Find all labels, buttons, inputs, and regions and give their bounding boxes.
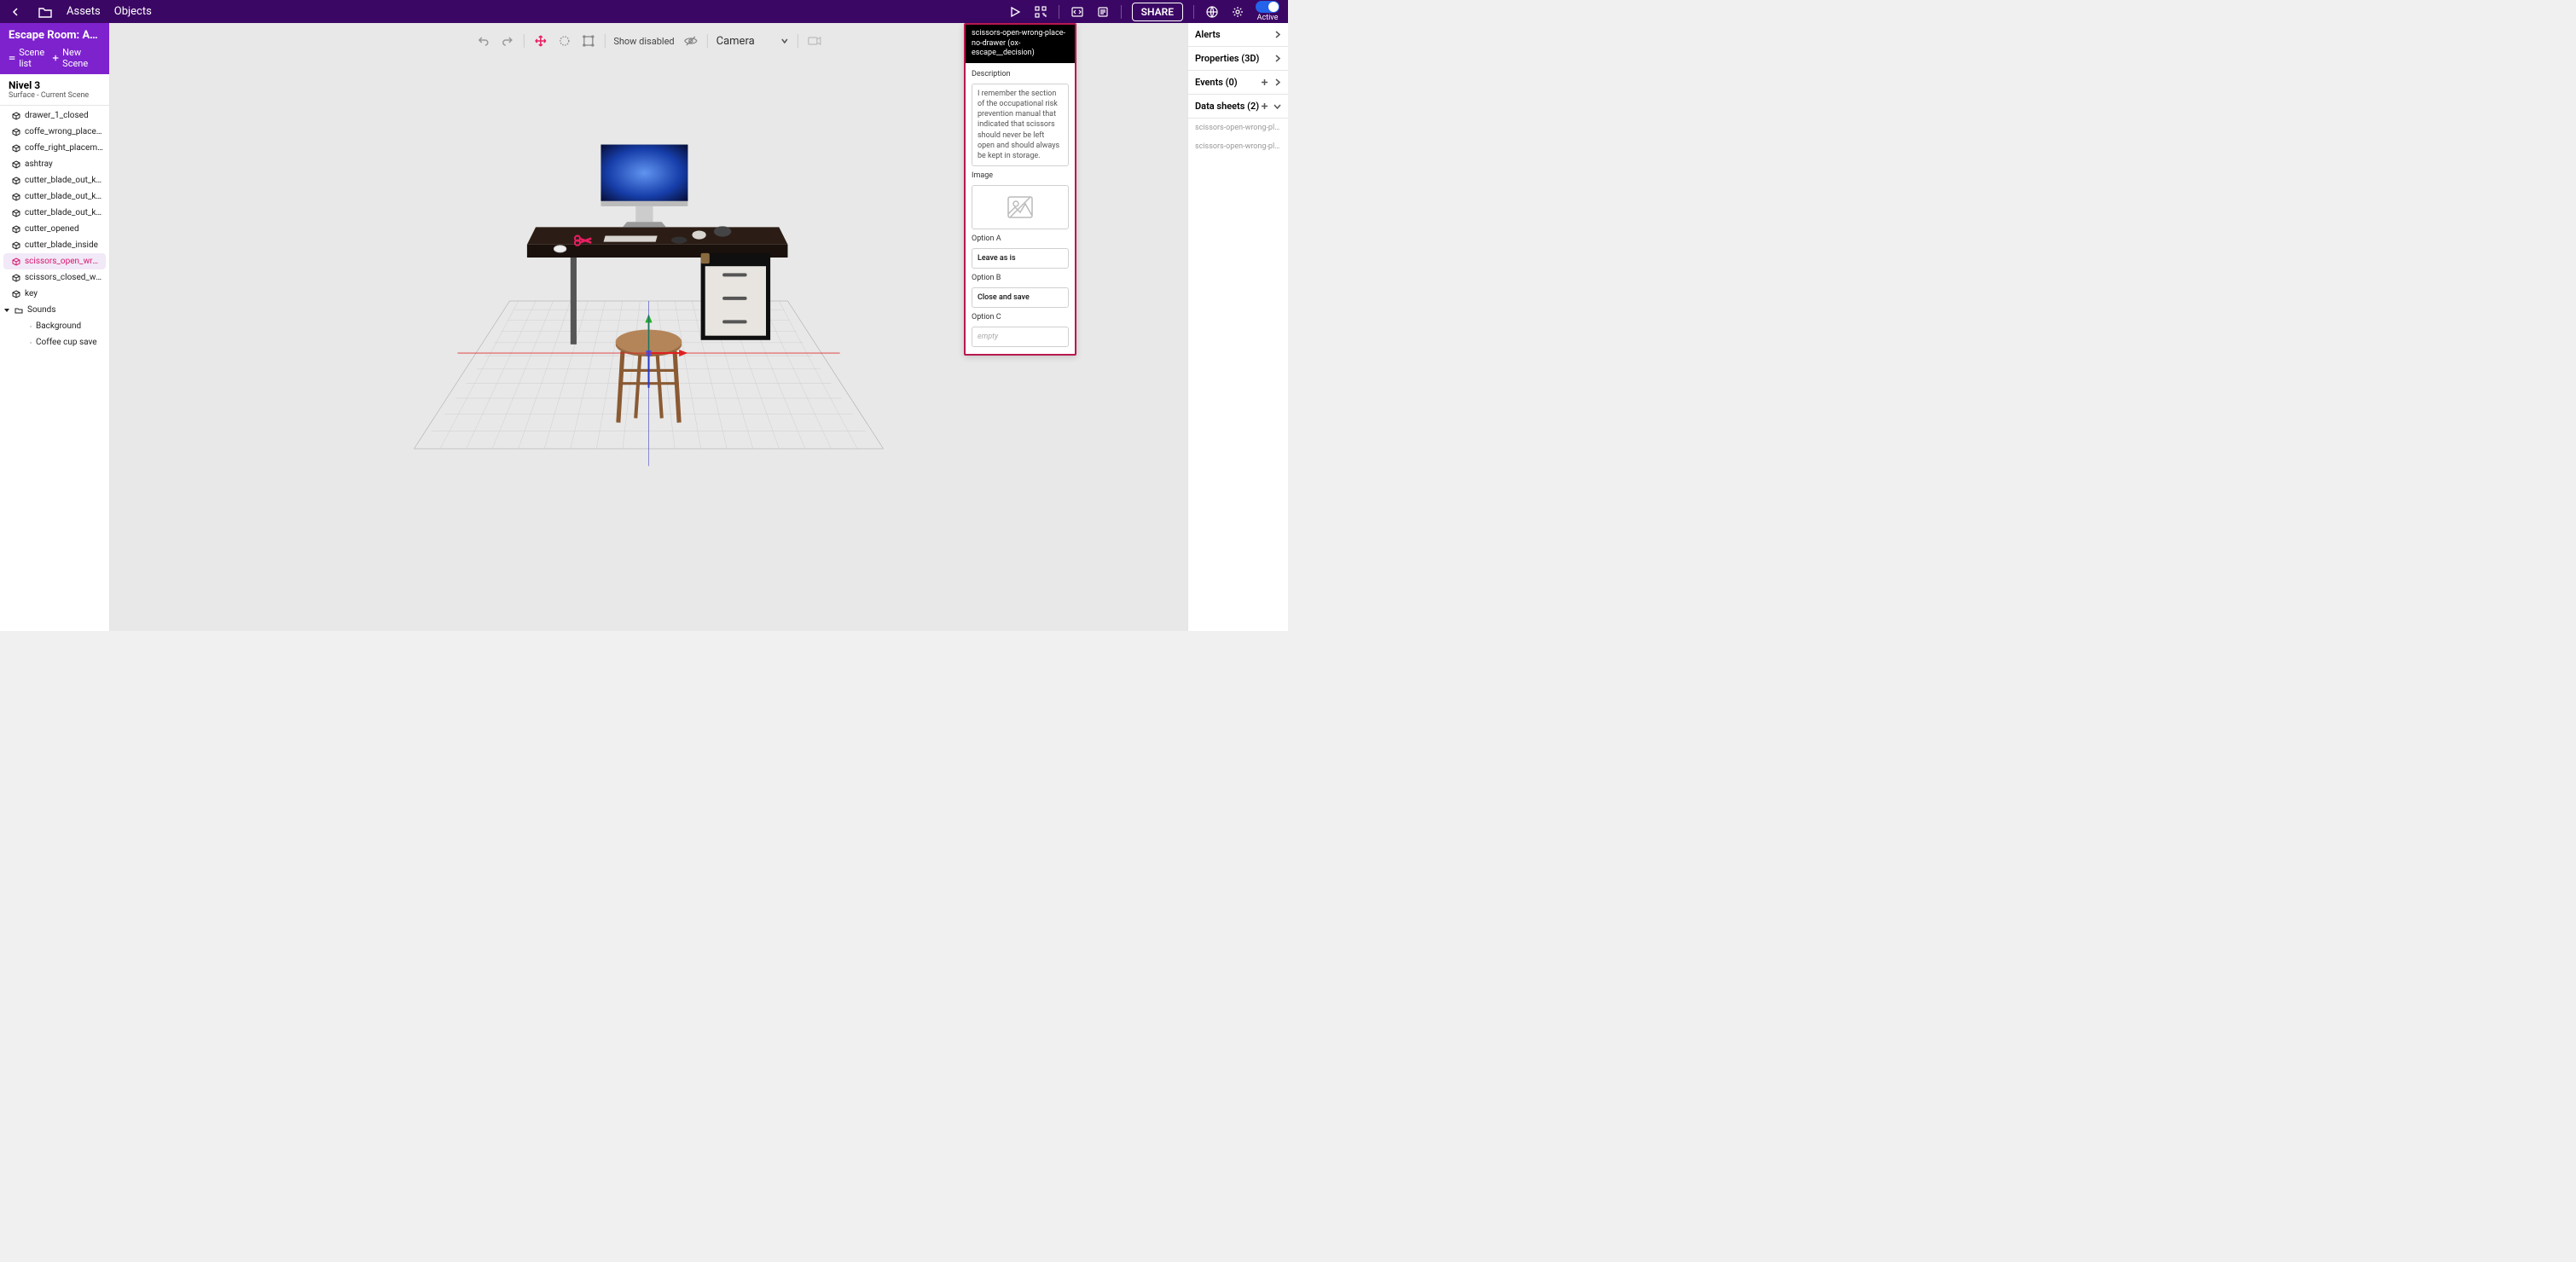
tree-object-item[interactable]: cutter_opened (0, 221, 109, 237)
gear-icon[interactable] (1230, 4, 1245, 20)
new-scene-button[interactable]: New Scene (52, 47, 101, 69)
tree-sound-item[interactable]: Background (0, 318, 109, 334)
option-a-label: Option A (972, 234, 1069, 243)
show-disabled-label: Show disabled (613, 36, 674, 47)
scene-name: Nivel 3 (9, 79, 101, 91)
tree-object-item[interactable]: key (0, 286, 109, 302)
option-c-label: Option C (972, 313, 1069, 321)
folder-icon[interactable] (38, 4, 53, 20)
rotate-gizmo-icon[interactable] (556, 33, 571, 49)
play-icon[interactable] (1007, 4, 1023, 20)
tree-object-item[interactable]: cutter_blade_out_key_inside_sc... (0, 172, 109, 188)
datasheet-title: scissors-open-wrong-place-no-drawer (ox-… (966, 25, 1075, 63)
events-section[interactable]: Events (0) (1188, 71, 1288, 95)
tree-group[interactable]: Sounds (0, 302, 109, 318)
qr-icon[interactable] (1033, 4, 1048, 20)
tree-object-item[interactable]: drawer_1_closed (0, 107, 109, 124)
undo-icon[interactable] (475, 33, 490, 49)
properties-section[interactable]: Properties (3D) (1188, 47, 1288, 71)
scale-gizmo-icon[interactable] (580, 33, 595, 49)
project-title: Escape Room: An a... (9, 29, 101, 42)
camera-icon[interactable] (807, 33, 822, 49)
redo-icon[interactable] (499, 33, 514, 49)
image-label: Image (972, 171, 1069, 180)
option-b-label: Option B (972, 274, 1069, 282)
nav-objects[interactable]: Objects (114, 5, 152, 18)
scene-subtitle: Surface - Current Scene (9, 91, 101, 100)
option-a-field[interactable]: Leave as is (972, 248, 1069, 269)
option-b-field[interactable]: Close and save (972, 287, 1069, 308)
code-icon[interactable] (1070, 4, 1085, 20)
top-bar: Assets Objects SHARE Active (0, 0, 1288, 23)
tree-object-item[interactable]: cutter_blade_inside (0, 237, 109, 253)
datasheet-panel[interactable]: scissors-open-wrong-place-no-drawer (ox-… (964, 23, 1076, 356)
doc-icon[interactable] (1095, 4, 1111, 20)
tree-sound-item[interactable]: Coffee cup save (0, 334, 109, 350)
active-label: Active (1257, 14, 1279, 22)
desc-label: Description (972, 70, 1069, 78)
scene-tree[interactable]: drawer_1_closedcoffe_wrong_placementcoff… (0, 106, 109, 631)
tree-object-item[interactable]: cutter_blade_out_key_inside_m... (0, 188, 109, 205)
sidebar-left: Escape Room: An a... Scene list New Scen… (0, 23, 110, 631)
visibility-icon[interactable] (683, 33, 699, 49)
viewport[interactable]: Show disabled Camera scissors-open-wrong… (110, 23, 1187, 631)
desc-field[interactable]: I remember the section of the occupation… (972, 84, 1069, 166)
datasheet-item[interactable]: scissors-open-wrong-place-no-drawer (... (1188, 137, 1288, 156)
datasheets-section[interactable]: Data sheets (2) (1188, 95, 1288, 119)
viewport-toolbar: Show disabled Camera (468, 30, 828, 52)
alerts-section[interactable]: Alerts (1188, 23, 1288, 47)
back-icon[interactable] (9, 4, 24, 20)
camera-dropdown[interactable]: Camera (717, 35, 789, 48)
active-toggle[interactable] (1256, 1, 1279, 13)
tree-object-item[interactable]: scissors_closed_wrong_placem... (0, 269, 109, 286)
globe-icon[interactable] (1204, 4, 1220, 20)
move-gizmo-icon[interactable] (532, 33, 548, 49)
share-button[interactable]: SHARE (1132, 3, 1183, 21)
sidebar-right: Alerts Properties (3D) Events (0) Data s… (1187, 23, 1288, 631)
tree-object-item[interactable]: ashtray (0, 156, 109, 172)
option-c-field[interactable]: empty (972, 327, 1069, 347)
tree-object-item[interactable]: scissors_open_wrong_placeme... (3, 253, 106, 269)
datasheet-item[interactable]: scissors-open-wrong-place-no-drawer (... (1188, 119, 1288, 137)
tree-object-item[interactable]: coffe_right_placement (0, 140, 109, 156)
scene-list-tab[interactable]: Scene list (9, 47, 52, 69)
tree-object-item[interactable]: cutter_blade_out_key_inside (0, 205, 109, 221)
image-field[interactable] (972, 185, 1069, 229)
tree-object-item[interactable]: coffe_wrong_placement (0, 124, 109, 140)
nav-assets[interactable]: Assets (67, 5, 101, 18)
